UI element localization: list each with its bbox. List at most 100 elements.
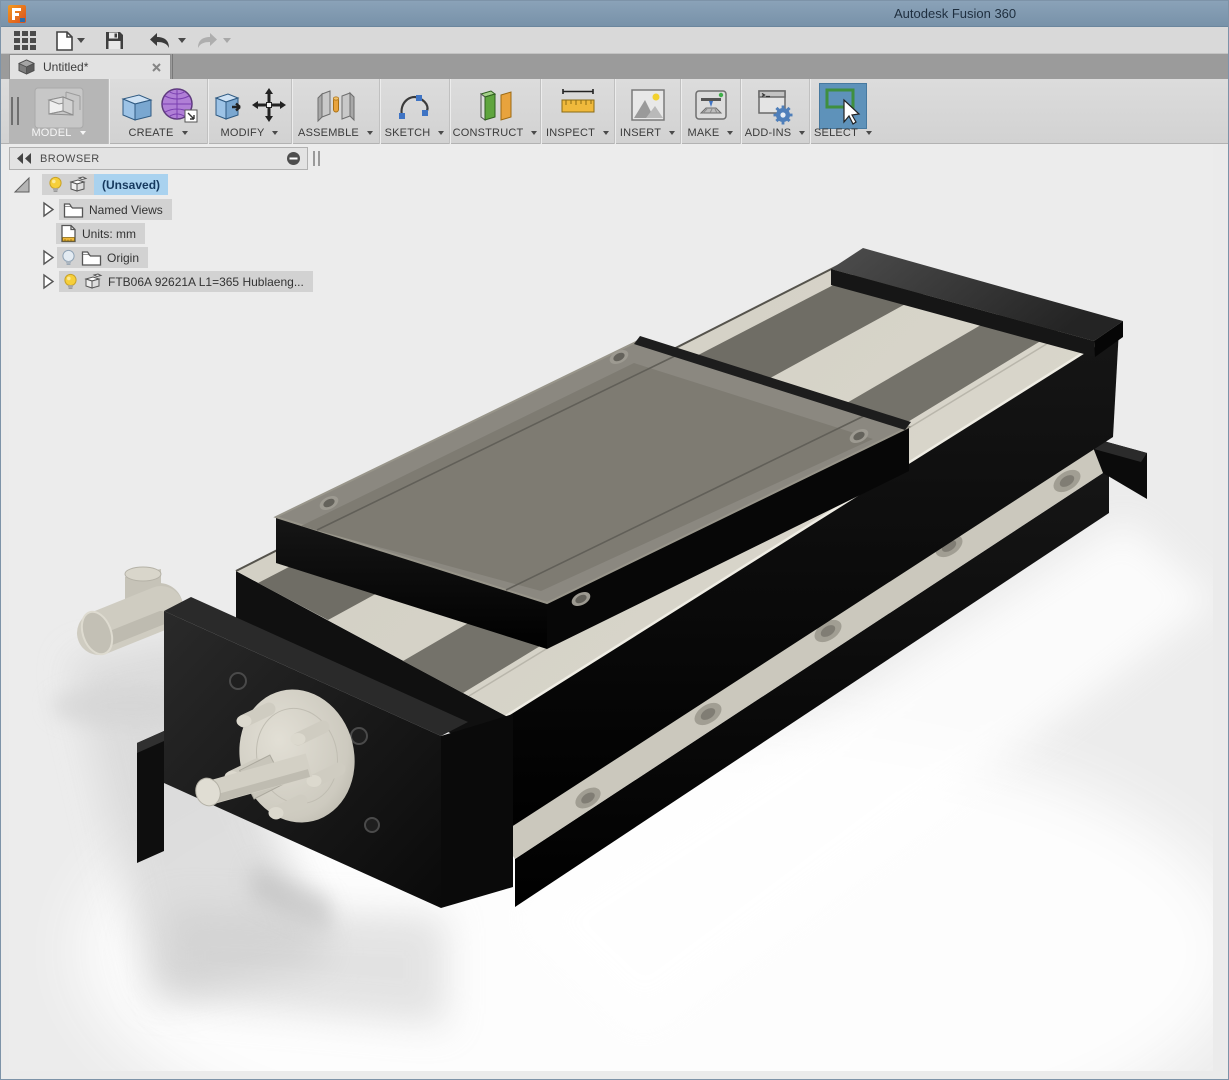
ribbon-tab-sketch[interactable]: SKETCH bbox=[380, 79, 450, 144]
select-icon bbox=[820, 84, 866, 128]
expanded-root-icon[interactable] bbox=[13, 176, 31, 194]
ribbon-tab-create[interactable]: CREATE bbox=[109, 79, 208, 144]
remove-panel-icon[interactable] bbox=[286, 151, 301, 166]
browser-item-component-label: FTB06A 92621A L1=365 Hublaeng... bbox=[108, 275, 304, 289]
addins-menu-caret-icon bbox=[799, 131, 805, 135]
ribbon-tab-create-label: CREATE bbox=[128, 127, 173, 139]
window-frame-bottom bbox=[1, 1071, 1228, 1079]
create-box-icon bbox=[117, 86, 155, 124]
undo-menu-caret-icon bbox=[178, 38, 186, 43]
collapse-panel-icon[interactable] bbox=[16, 152, 32, 165]
panel-drag-handle[interactable] bbox=[313, 151, 320, 166]
component-icon bbox=[83, 273, 103, 290]
browser-item-component[interactable]: FTB06A 92621A L1=365 Hublaeng... bbox=[41, 271, 313, 292]
model-menu-caret-icon bbox=[80, 131, 86, 135]
inspect-menu-caret-icon bbox=[603, 131, 609, 135]
document-tab-title: Untitled* bbox=[43, 60, 151, 74]
browser-item-root-label-box[interactable]: (Unsaved) bbox=[94, 174, 168, 195]
press-pull-icon bbox=[212, 86, 246, 124]
titlebar: Autodesk Fusion 360 bbox=[1, 1, 1228, 27]
ribbon-tab-assemble[interactable]: ASSEMBLE bbox=[292, 79, 380, 144]
ribbon-tab-model[interactable]: MODEL bbox=[9, 79, 109, 144]
model-workspace-icon bbox=[33, 86, 85, 130]
ribbon-tab-inspect[interactable]: INSPECT bbox=[541, 79, 615, 144]
ribbon-tab-addins[interactable]: ADD-INS bbox=[741, 79, 810, 144]
save-icon bbox=[105, 31, 124, 50]
ribbon-toolbar: MODEL CREAT bbox=[1, 79, 1228, 144]
ribbon-tab-select[interactable]: SELECT bbox=[810, 79, 876, 144]
construct-plane-icon bbox=[473, 86, 517, 126]
app-grid-icon bbox=[14, 31, 36, 50]
browser-item-named-views-label: Named Views bbox=[89, 203, 163, 217]
close-icon[interactable] bbox=[151, 62, 162, 73]
document-tabstrip: Untitled* bbox=[1, 54, 1228, 79]
3d-print-icon bbox=[692, 86, 730, 124]
quick-access-toolbar bbox=[1, 27, 1228, 54]
block-right-face bbox=[441, 714, 513, 908]
sketch-spline-icon bbox=[395, 86, 435, 124]
browser-item-root-label: (Unsaved) bbox=[102, 178, 160, 192]
redo-menu-caret-icon bbox=[223, 38, 231, 43]
visibility-bulb-on-icon[interactable] bbox=[63, 273, 78, 291]
redo-icon bbox=[193, 31, 219, 51]
app-grid-button[interactable] bbox=[14, 29, 36, 52]
browser-item-origin-label: Origin bbox=[107, 251, 139, 265]
browser-item-named-views[interactable]: Named Views bbox=[41, 199, 172, 220]
select-menu-caret-icon bbox=[866, 131, 872, 135]
ribbon-tab-construct[interactable]: CONSTRUCT bbox=[450, 79, 541, 144]
fusion-logo-icon bbox=[8, 5, 26, 23]
undo-button[interactable] bbox=[148, 29, 186, 52]
browser-item-units[interactable]: Units: mm bbox=[56, 223, 145, 244]
expand-arrow-icon[interactable] bbox=[41, 249, 55, 266]
file-menu-caret-icon bbox=[77, 38, 85, 43]
document-tab[interactable]: Untitled* bbox=[9, 54, 171, 79]
ribbon-tab-make[interactable]: MAKE bbox=[681, 79, 741, 144]
browser-item-origin[interactable]: Origin bbox=[41, 247, 148, 268]
browser-item-units-label: Units: mm bbox=[82, 227, 136, 241]
construct-menu-caret-icon bbox=[531, 131, 537, 135]
create-menu-caret-icon bbox=[182, 131, 188, 135]
visibility-bulb-off-icon[interactable] bbox=[61, 249, 76, 267]
visibility-bulb-on-icon[interactable] bbox=[48, 176, 63, 194]
measure-icon bbox=[557, 86, 599, 124]
window-frame-left bbox=[1, 144, 9, 1073]
file-button[interactable] bbox=[56, 29, 85, 52]
browser-panel-header: BROWSER bbox=[9, 147, 308, 170]
units-document-icon bbox=[60, 224, 77, 243]
ribbon-tab-addins-label: ADD-INS bbox=[745, 127, 792, 139]
folder-icon bbox=[63, 202, 84, 218]
ribbon-tab-modify[interactable]: MODIFY bbox=[208, 79, 292, 144]
ribbon-tab-sketch-label: SKETCH bbox=[385, 127, 431, 139]
browser-panel-title: BROWSER bbox=[40, 153, 286, 165]
make-menu-caret-icon bbox=[727, 131, 733, 135]
component-icon bbox=[68, 176, 88, 193]
expand-arrow-icon[interactable] bbox=[41, 273, 55, 290]
window-title: Autodesk Fusion 360 bbox=[894, 6, 1016, 21]
file-new-icon bbox=[56, 31, 73, 51]
window-frame-right bbox=[1213, 144, 1228, 1073]
select-tool-button[interactable] bbox=[819, 83, 867, 129]
ribbon-tab-select-label: SELECT bbox=[814, 127, 858, 139]
addins-scripts-icon bbox=[755, 86, 795, 126]
move-icon bbox=[250, 86, 288, 124]
gear-icon bbox=[774, 106, 793, 125]
assemble-menu-caret-icon bbox=[367, 131, 373, 135]
expand-arrow-icon[interactable] bbox=[41, 201, 55, 218]
insert-menu-caret-icon bbox=[669, 131, 675, 135]
ribbon-tab-insert-label: INSERT bbox=[620, 127, 661, 139]
create-form-sphere-icon bbox=[159, 86, 199, 126]
ribbon-tab-insert[interactable]: INSERT bbox=[615, 79, 681, 144]
sketch-menu-caret-icon bbox=[438, 131, 444, 135]
browser-item-root[interactable]: (Unsaved) bbox=[13, 174, 168, 195]
save-button[interactable] bbox=[105, 29, 124, 52]
ribbon-tab-modify-label: MODIFY bbox=[221, 127, 265, 139]
joint-icon bbox=[314, 86, 358, 126]
modify-menu-caret-icon bbox=[272, 131, 278, 135]
ribbon-tab-construct-label: CONSTRUCT bbox=[453, 127, 524, 139]
ribbon-tab-inspect-label: INSPECT bbox=[546, 127, 595, 139]
elbow-stub-top bbox=[125, 567, 161, 581]
ribbon-tab-model-label: MODEL bbox=[31, 127, 71, 139]
ribbon-tab-make-label: MAKE bbox=[688, 127, 720, 139]
insert-image-icon bbox=[629, 86, 667, 124]
redo-button[interactable] bbox=[193, 29, 231, 52]
